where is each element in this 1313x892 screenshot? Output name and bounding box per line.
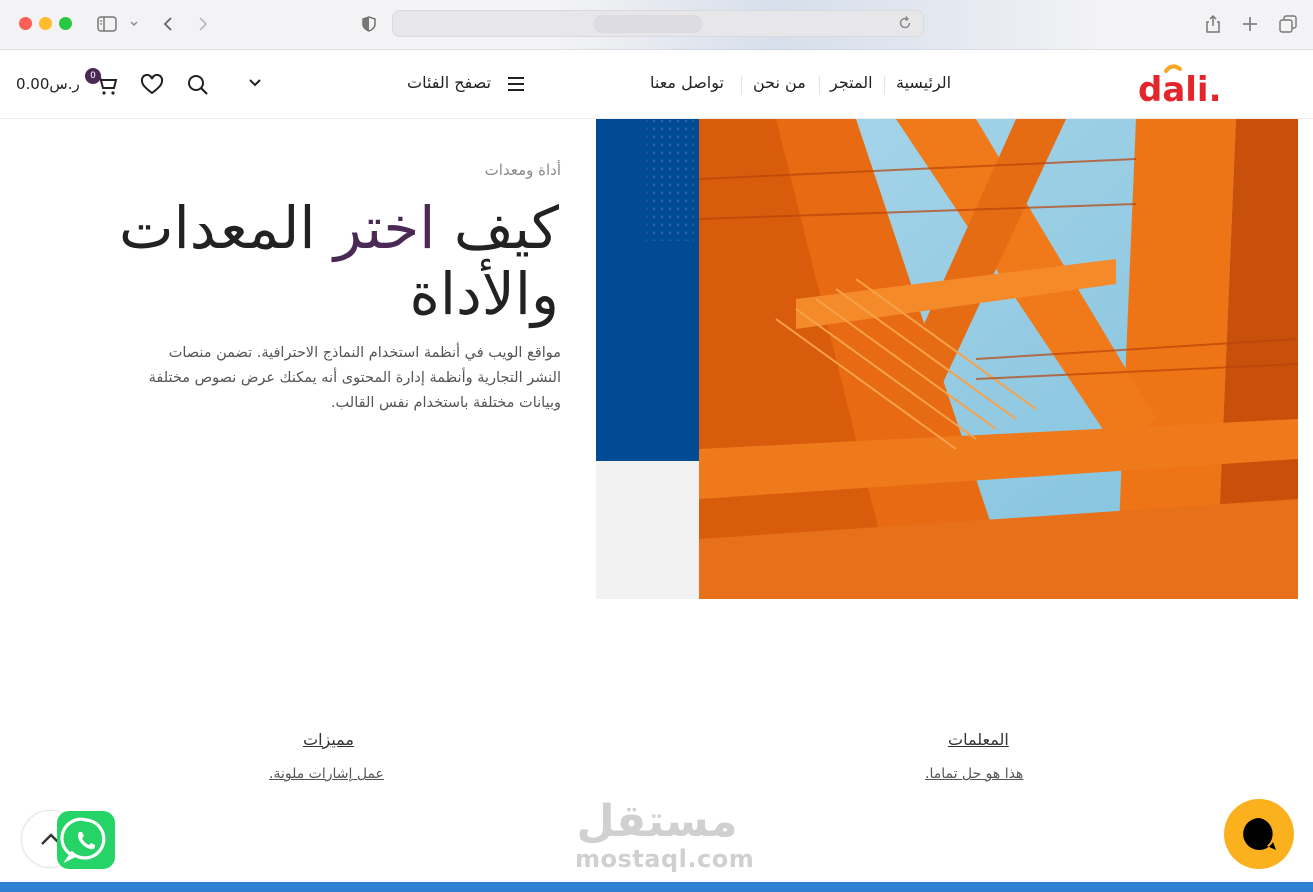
address-text (593, 15, 703, 33)
nav-about-link[interactable]: من نحن (753, 73, 806, 92)
browser-toolbar (0, 0, 1313, 50)
close-window-button[interactable] (19, 17, 32, 30)
site-header: dali. الرئيسية المتجر من نحن تواصل معنا … (0, 51, 1313, 119)
chevron-down-icon[interactable] (124, 12, 144, 36)
cart-count-badge: 0 (85, 68, 101, 84)
site-logo[interactable]: dali. (1138, 63, 1222, 110)
watermark-latin: mostaql.com (575, 845, 755, 873)
sidebar-icon[interactable] (95, 12, 119, 36)
hero-image (596, 119, 1298, 599)
watermark-arabic: مستقل (576, 796, 738, 847)
reload-icon[interactable] (897, 15, 915, 33)
search-icon[interactable] (186, 73, 210, 97)
whatsapp-button[interactable] (57, 811, 115, 869)
nav-shop-link[interactable]: المتجر (830, 73, 873, 92)
feature-title[interactable]: المعلمات (948, 730, 1009, 749)
headline-accent: اختر (333, 194, 436, 262)
nav-contact-link[interactable]: تواصل معنا (650, 73, 724, 92)
hero-eyebrow: أداة ومعدات (484, 161, 561, 179)
feature-title[interactable]: مميزات (303, 730, 354, 749)
plus-icon[interactable] (1238, 12, 1262, 36)
chevron-down-icon[interactable] (245, 73, 269, 97)
chat-button[interactable] (1224, 799, 1294, 869)
headline-part1: كيف (435, 194, 559, 262)
nav-divider (884, 76, 885, 94)
feature-subtitle[interactable]: هذا هو حل تماما. (925, 766, 1023, 782)
nav-divider (741, 76, 742, 94)
watermark: مستقل mostaql.com (575, 796, 755, 873)
hero-headline: كيف اختر المعدات والأداة (119, 195, 559, 327)
address-bar[interactable] (392, 10, 924, 37)
share-icon[interactable] (1201, 12, 1225, 36)
svg-text:dali.: dali. (1138, 70, 1220, 107)
cart-total[interactable]: 0.00ر.س (16, 75, 80, 93)
tabs-icon[interactable] (1276, 12, 1300, 36)
bottom-strip (0, 882, 1313, 892)
whatsapp-icon (60, 817, 106, 864)
menu-icon[interactable] (506, 75, 526, 93)
forward-icon[interactable] (191, 12, 215, 36)
browse-categories-button[interactable]: تصفح الفئات (407, 73, 491, 92)
back-icon[interactable] (156, 12, 180, 36)
feature-subtitle[interactable]: عمل إشارات ملونة. (269, 766, 384, 782)
minimize-window-button[interactable] (39, 17, 52, 30)
shield-icon[interactable] (357, 12, 381, 36)
heart-icon[interactable] (140, 73, 164, 97)
nav-divider (819, 76, 820, 94)
maximize-window-button[interactable] (59, 17, 72, 30)
hero-description: مواقع الويب في أنظمة استخدام النماذج الا… (148, 345, 561, 411)
chat-bubble-icon (1243, 818, 1276, 850)
nav-home-link[interactable]: الرئيسية (896, 73, 951, 92)
